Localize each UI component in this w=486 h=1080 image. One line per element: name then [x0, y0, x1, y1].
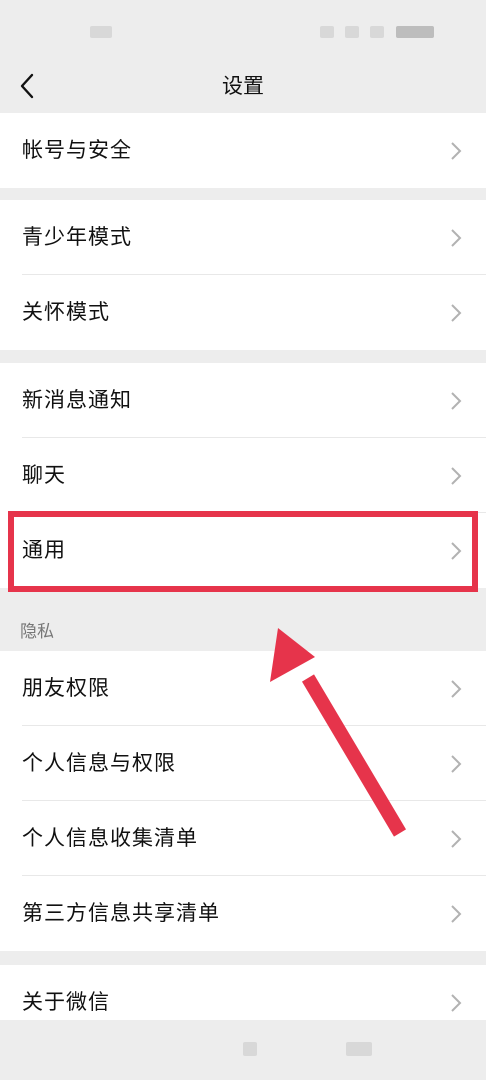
highlight-box — [8, 511, 478, 592]
settings-item-label: 帐号与安全 — [22, 138, 132, 162]
settings-item-label: 个人信息与权限 — [22, 751, 176, 775]
chevron-right-icon — [451, 994, 462, 1012]
nav-bar: 设置 — [0, 60, 486, 112]
settings-item-personal-info-collection[interactable]: 个人信息收集清单 — [0, 801, 486, 876]
bottom-blur-right — [346, 1042, 372, 1056]
chevron-right-icon — [451, 905, 462, 923]
chevron-right-icon — [451, 142, 462, 160]
settings-item-account-security[interactable]: 帐号与安全 — [0, 113, 486, 188]
chevron-right-icon — [451, 467, 462, 485]
settings-item-label: 个人信息收集清单 — [22, 826, 198, 850]
settings-group-account: 帐号与安全 — [0, 113, 486, 188]
settings-item-chat[interactable]: 聊天 — [0, 438, 486, 513]
settings-item-label: 聊天 — [22, 463, 66, 487]
chevron-right-icon — [451, 229, 462, 247]
bottom-bar — [0, 1020, 486, 1080]
status-blur-battery — [396, 26, 434, 38]
settings-group-privacy: 朋友权限 个人信息与权限 个人信息收集清单 第三方信息共享清单 — [0, 651, 486, 951]
settings-item-label: 第三方信息共享清单 — [22, 901, 220, 925]
settings-item-friend-permissions[interactable]: 朋友权限 — [0, 651, 486, 726]
settings-item-youth-mode[interactable]: 青少年模式 — [0, 200, 486, 275]
settings-item-label: 关怀模式 — [22, 300, 110, 324]
chevron-right-icon — [451, 680, 462, 698]
chevron-right-icon — [451, 304, 462, 322]
settings-group-modes: 青少年模式 关怀模式 — [0, 200, 486, 350]
chevron-right-icon — [451, 392, 462, 410]
chevron-right-icon — [451, 830, 462, 848]
settings-item-notifications[interactable]: 新消息通知 — [0, 363, 486, 438]
status-blur-left — [90, 26, 112, 38]
status-blur-right-2 — [345, 26, 359, 38]
settings-item-personal-info-permissions[interactable]: 个人信息与权限 — [0, 726, 486, 801]
settings-item-label: 朋友权限 — [22, 676, 110, 700]
settings-item-label: 青少年模式 — [22, 225, 132, 249]
settings-item-care-mode[interactable]: 关怀模式 — [0, 275, 486, 350]
page-title: 设置 — [222, 74, 264, 98]
status-blur-right-3 — [370, 26, 384, 38]
settings-item-third-party-sharing[interactable]: 第三方信息共享清单 — [0, 876, 486, 951]
bottom-blur-left — [243, 1042, 257, 1056]
status-bar — [0, 0, 486, 60]
status-blur-right-1 — [320, 26, 334, 38]
section-label-privacy: 隐私 — [20, 622, 54, 642]
settings-item-label: 新消息通知 — [22, 388, 132, 412]
chevron-right-icon — [451, 755, 462, 773]
